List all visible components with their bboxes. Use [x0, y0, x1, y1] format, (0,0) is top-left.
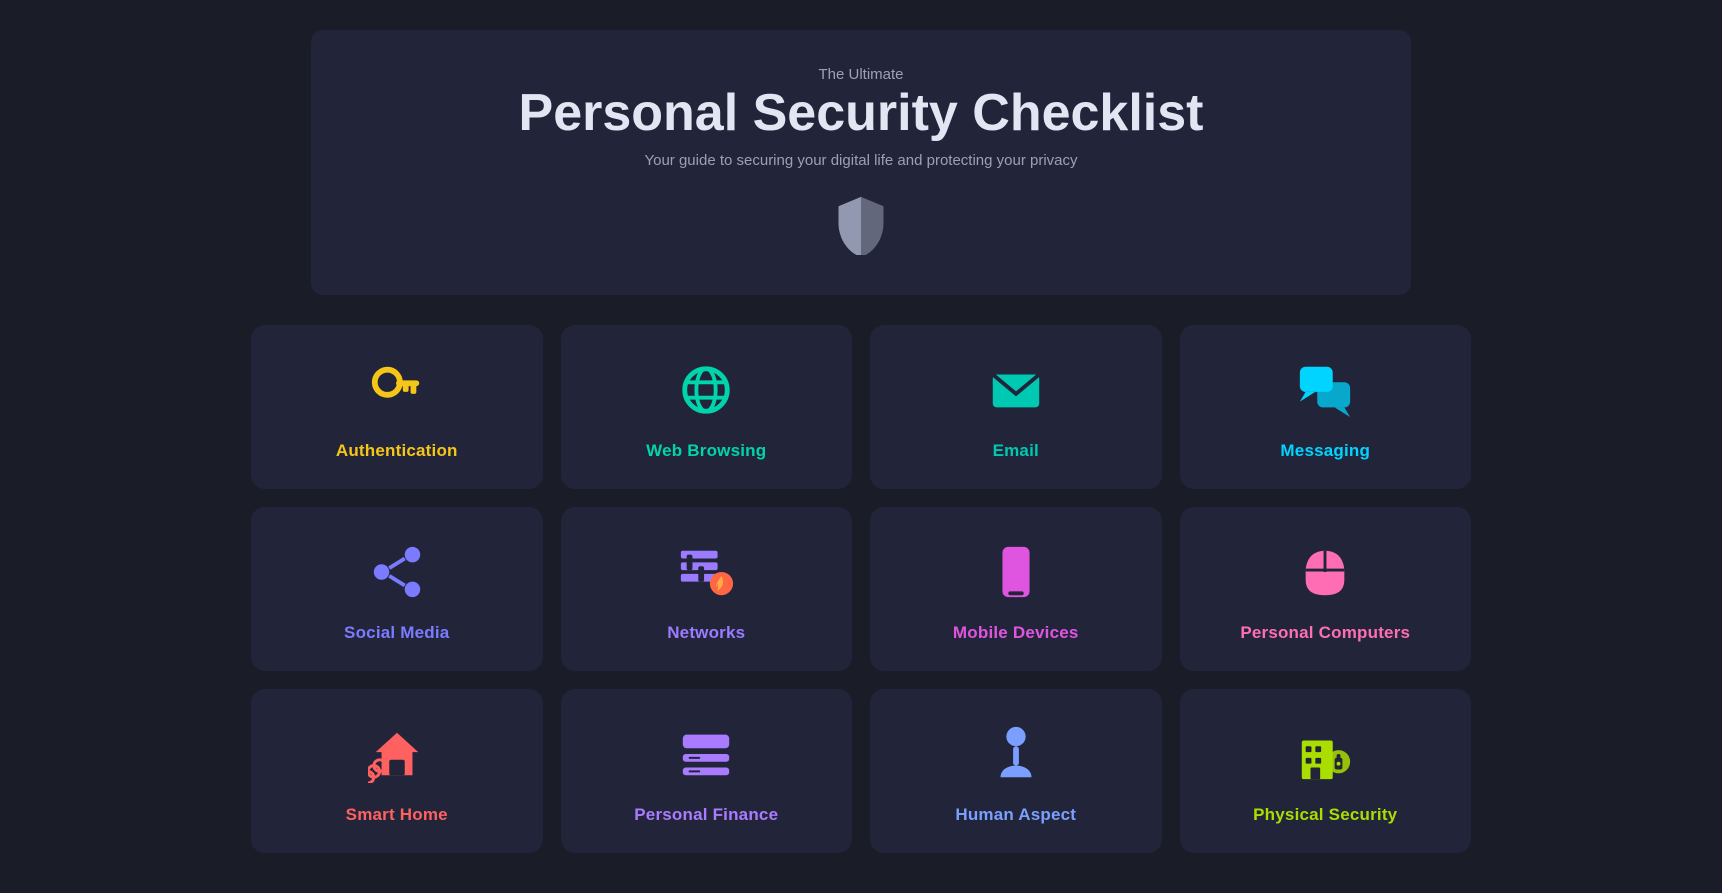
chat-icon — [1296, 361, 1354, 419]
card-label-personal-computers: Personal Computers — [1240, 623, 1410, 643]
card-web-browsing[interactable]: Web Browsing — [561, 325, 853, 489]
globe-icon — [677, 361, 735, 419]
card-label-messaging: Messaging — [1280, 441, 1370, 461]
card-label-smart-home: Smart Home — [346, 805, 448, 825]
card-label-networks: Networks — [667, 623, 745, 643]
shield-icon — [833, 195, 889, 255]
page-header: The Ultimate Personal Security Checklist… — [311, 30, 1411, 295]
header-pretitle: The Ultimate — [371, 66, 1351, 83]
card-label-social-media: Social Media — [344, 623, 449, 643]
person-icon — [987, 725, 1045, 783]
card-physical-security[interactable]: Physical Security — [1180, 689, 1472, 853]
card-personal-finance[interactable]: Personal Finance — [561, 689, 853, 853]
card-smart-home[interactable]: Smart Home — [251, 689, 543, 853]
firewall-icon — [677, 543, 735, 601]
card-social-media[interactable]: Social Media — [251, 507, 543, 671]
card-email[interactable]: Email — [870, 325, 1162, 489]
card-label-human-aspect: Human Aspect — [955, 805, 1076, 825]
key-icon — [368, 361, 426, 419]
card-label-mobile-devices: Mobile Devices — [953, 623, 1079, 643]
mouse-icon — [1296, 543, 1354, 601]
shield-icon-wrapper — [371, 195, 1351, 255]
mobile-icon — [987, 543, 1045, 601]
card-label-physical-security: Physical Security — [1253, 805, 1397, 825]
card-label-authentication: Authentication — [336, 441, 458, 461]
page-title: Personal Security Checklist — [371, 85, 1351, 142]
card-label-email: Email — [993, 441, 1039, 461]
finance-icon — [677, 725, 735, 783]
share-icon — [368, 543, 426, 601]
card-authentication[interactable]: Authentication — [251, 325, 543, 489]
smarthome-icon — [368, 725, 426, 783]
building-icon — [1296, 725, 1354, 783]
card-label-web-browsing: Web Browsing — [646, 441, 766, 461]
card-networks[interactable]: Networks — [561, 507, 853, 671]
header-description: Your guide to securing your digital life… — [371, 152, 1351, 169]
card-personal-computers[interactable]: Personal Computers — [1180, 507, 1472, 671]
card-label-personal-finance: Personal Finance — [634, 805, 778, 825]
category-grid: Authentication Web Browsing Email Messag… — [171, 325, 1551, 893]
card-human-aspect[interactable]: Human Aspect — [870, 689, 1162, 853]
card-mobile-devices[interactable]: Mobile Devices — [870, 507, 1162, 671]
email-icon — [987, 361, 1045, 419]
card-messaging[interactable]: Messaging — [1180, 325, 1472, 489]
